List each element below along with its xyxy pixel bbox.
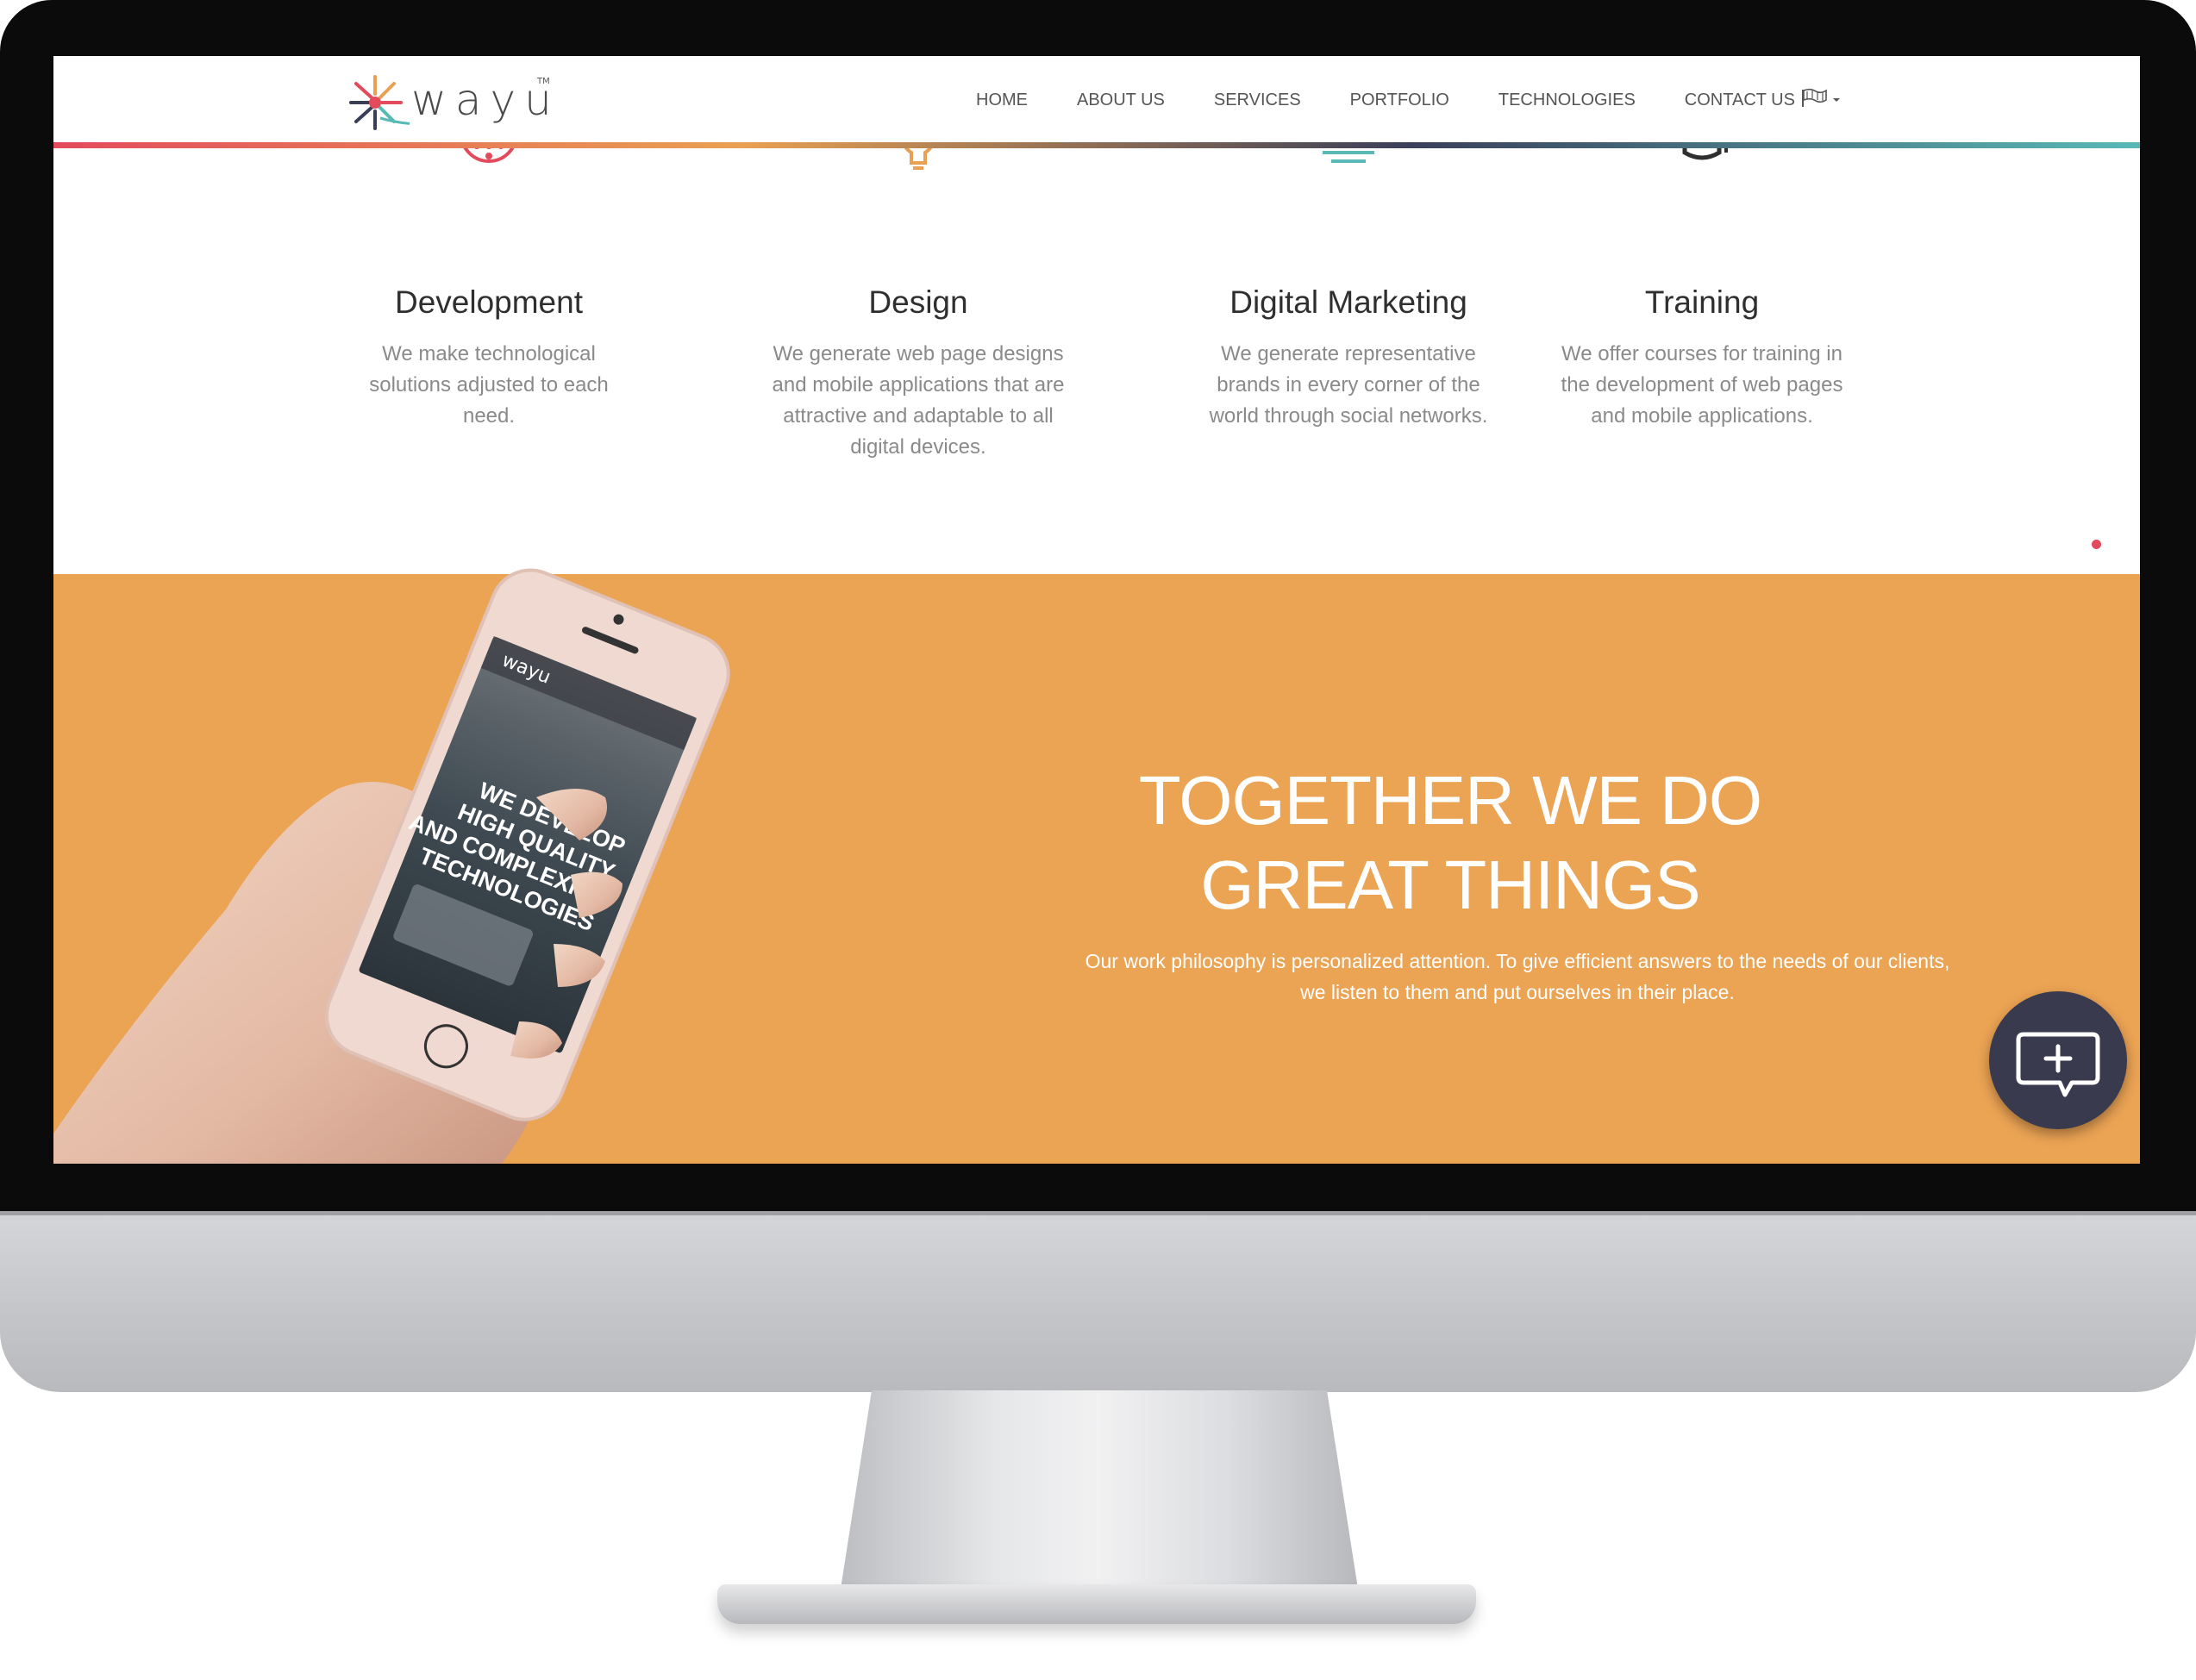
service-description: We offer courses for training in the dev… — [1561, 342, 1843, 428]
logo-mark-icon — [349, 75, 410, 130]
nav-portfolio[interactable]: PORTFOLIO — [1350, 91, 1449, 110]
monitor-chin — [0, 1215, 2196, 1392]
wayu-logo[interactable]: wayu TM — [349, 73, 552, 132]
service-design: Design We generate web page designs and … — [754, 134, 1082, 459]
flag-icon — [1802, 88, 1827, 107]
nav-technologies[interactable]: TECHNOLOGIES — [1498, 91, 1636, 110]
nav-services[interactable]: SERVICES — [1214, 91, 1301, 110]
service-digital-marketing: Digital Marketing We generate representa… — [1185, 134, 1512, 428]
service-development: Development We make technological soluti… — [325, 134, 653, 428]
hero-title-line-2: GREAT THINGS — [1200, 846, 1700, 923]
phone-in-hand-image: wayu WE DEVELOP HIGH QUALITY AND COMPLEX… — [53, 568, 730, 1164]
language-flag-dropdown[interactable] — [1800, 88, 1845, 109]
caret-down-icon — [1833, 98, 1840, 102]
service-training: Training We offer courses for training i… — [1538, 134, 1866, 428]
service-description: We make technological solutions adjusted… — [369, 342, 609, 428]
chat-plus-icon — [2016, 1032, 2100, 1097]
monitor-frame: wayu TM HOME ABOUT US SERVICES PORTFOLIO… — [0, 0, 2196, 1680]
service-title: Design — [868, 284, 968, 320]
monitor-stand-neck — [841, 1390, 1358, 1589]
service-title: Development — [394, 284, 583, 320]
service-title: Digital Marketing — [1229, 284, 1467, 320]
nav-gradient-bar — [53, 142, 2140, 148]
section-dot-1[interactable] — [2092, 540, 2101, 549]
service-title: Training — [1644, 284, 1760, 320]
service-description: We generate representative brands in eve… — [1209, 342, 1488, 428]
website-screen: wayu TM HOME ABOUT US SERVICES PORTFOLIO… — [53, 56, 2140, 1164]
logo-trademark: TM — [537, 77, 550, 86]
hero-title: TOGETHER WE DO GREAT THINGS — [1071, 759, 1830, 927]
hero-description: Our work philosophy is personalized atte… — [1085, 950, 1950, 1003]
chat-button[interactable] — [1989, 991, 2127, 1129]
nav-contact-us[interactable]: CONTACT US — [1685, 91, 1795, 110]
service-description: We generate web page designs and mobile … — [772, 342, 1065, 459]
nav-home[interactable]: HOME — [976, 91, 1028, 110]
monitor-stand-base — [717, 1584, 1476, 1624]
nav-about-us[interactable]: ABOUT US — [1077, 91, 1165, 110]
navbar: wayu TM HOME ABOUT US SERVICES PORTFOLIO… — [53, 56, 2140, 142]
nav-menu: HOME ABOUT US SERVICES PORTFOLIO TECHNOL… — [976, 91, 1844, 110]
hero-title-line-1: TOGETHER WE DO — [1138, 762, 1762, 839]
